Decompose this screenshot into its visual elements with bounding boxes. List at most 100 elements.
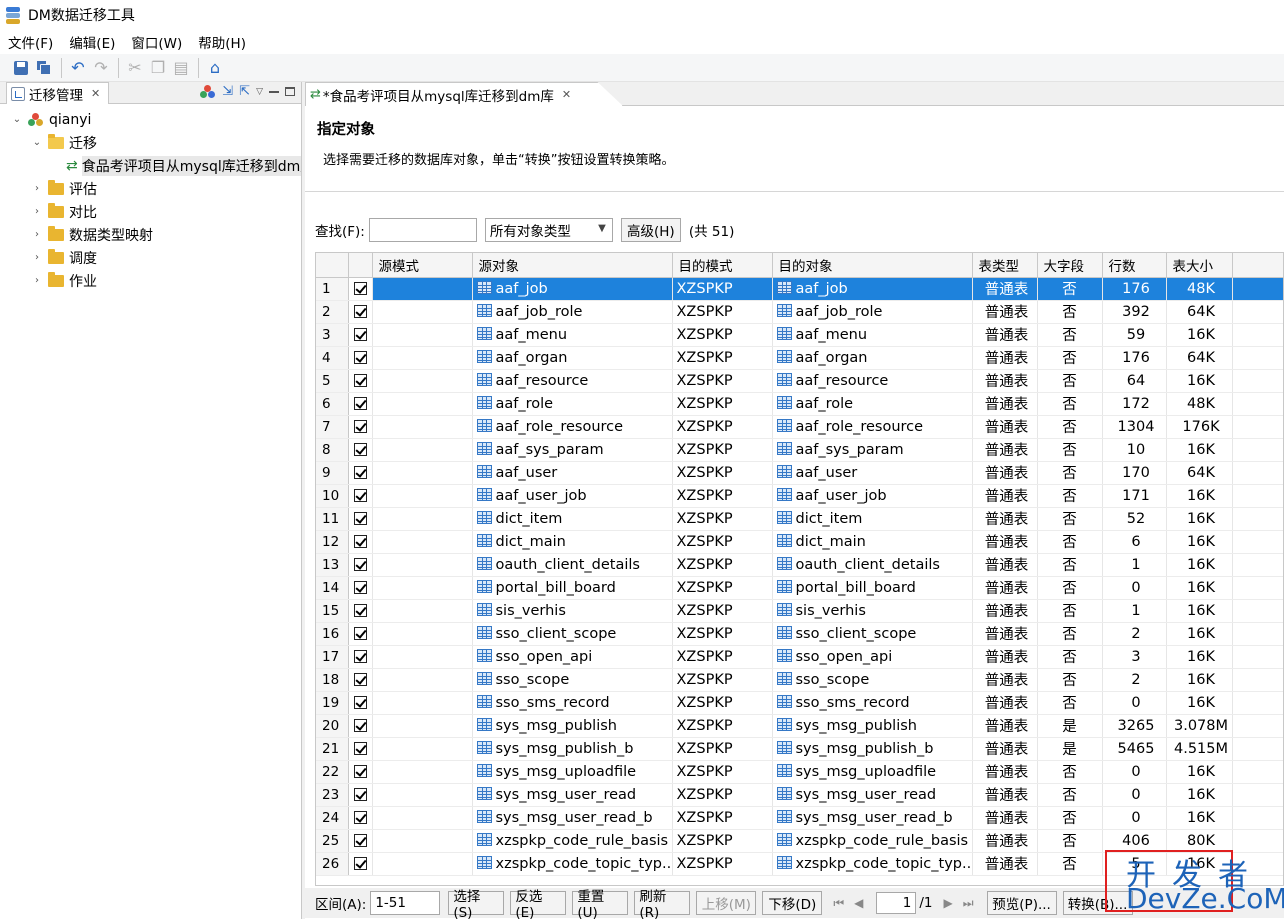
target-schema[interactable]: XZSPKP <box>672 300 773 324</box>
color-dots-icon[interactable] <box>200 84 216 99</box>
row-checkbox-cell[interactable] <box>348 714 373 738</box>
table-row[interactable]: 11 dict_item XZSPKP dict_item 普通表否 52 16K <box>316 507 1283 531</box>
target-object[interactable]: sys_msg_publish <box>772 714 973 738</box>
source-object[interactable]: sso_client_scope <box>472 622 673 646</box>
target-object[interactable]: xzspkp_code_topic_typ... <box>772 852 973 876</box>
maximize-icon[interactable] <box>285 87 295 96</box>
undo-button[interactable]: ↶ <box>67 57 89 79</box>
target-schema[interactable]: XZSPKP <box>672 461 773 485</box>
row-checkbox[interactable] <box>353 811 367 824</box>
source-object[interactable]: sys_msg_uploadfile <box>472 760 673 784</box>
source-schema[interactable] <box>372 369 473 393</box>
target-object[interactable]: xzspkp_code_rule_basis <box>772 829 973 853</box>
row-checkbox-cell[interactable] <box>348 691 373 715</box>
source-object[interactable]: xzspkp_code_rule_basis <box>472 829 673 853</box>
tree-folder-schedule[interactable]: › 调度 <box>0 246 301 269</box>
table-row[interactable]: 19 sso_sms_record XZSPKP sso_sms_record 普通表否… <box>316 691 1283 715</box>
row-checkbox[interactable] <box>353 857 367 870</box>
target-schema[interactable]: XZSPKP <box>672 507 773 531</box>
row-checkbox[interactable] <box>353 443 367 456</box>
source-schema[interactable] <box>372 714 473 738</box>
source-schema[interactable] <box>372 691 473 715</box>
menu-file[interactable]: 文件(F) <box>0 32 61 52</box>
home-button[interactable]: ⌂ <box>204 57 226 79</box>
table-row[interactable]: 10 aaf_user_job XZSPKP aaf_user_job 普通表否 171 1… <box>316 484 1283 508</box>
source-schema[interactable] <box>372 461 473 485</box>
row-checkbox[interactable] <box>353 765 367 778</box>
table-row[interactable]: 23 sys_msg_user_read XZSPKP sys_msg_user_re… <box>316 783 1283 807</box>
row-checkbox[interactable] <box>353 719 367 732</box>
row-checkbox[interactable] <box>353 328 367 341</box>
table-row[interactable]: 4 aaf_organ XZSPKP aaf_organ 普通表否 176 64K <box>316 346 1283 370</box>
source-schema[interactable] <box>372 806 473 830</box>
target-schema[interactable]: XZSPKP <box>672 737 773 761</box>
table-row[interactable]: 21 sys_msg_publish_b XZSPKP sys_msg_publish… <box>316 737 1283 761</box>
chevron-down-icon[interactable]: ⌄ <box>30 137 44 148</box>
target-schema[interactable]: XZSPKP <box>672 553 773 577</box>
target-object[interactable]: sso_open_api <box>772 645 973 669</box>
source-object[interactable]: aaf_role_resource <box>472 415 673 439</box>
select-button[interactable]: 选择(S) <box>448 889 505 919</box>
target-object[interactable]: aaf_menu <box>772 323 973 347</box>
table-row[interactable]: 7 aaf_role_resource XZSPKP aaf_role_resourc… <box>316 415 1283 439</box>
row-checkbox-cell[interactable] <box>348 369 373 393</box>
row-checkbox-cell[interactable] <box>348 553 373 577</box>
row-checkbox-cell[interactable] <box>348 783 373 807</box>
target-schema[interactable]: XZSPKP <box>672 852 773 876</box>
table-row[interactable]: 1 aaf_job XZSPKP aaf_job 普通表否 176 48K <box>316 277 1283 301</box>
last-page-icon[interactable]: ⏭ <box>963 896 974 911</box>
table-row[interactable]: 22 sys_msg_uploadfile XZSPKP sys_msg_upload… <box>316 760 1283 784</box>
close-icon[interactable]: ✕ <box>91 87 100 100</box>
source-schema[interactable] <box>372 392 473 416</box>
table-row[interactable]: 20 sys_msg_publish XZSPKP sys_msg_publish 普通… <box>316 714 1283 738</box>
source-object[interactable]: aaf_job_role <box>472 300 673 324</box>
source-object[interactable]: aaf_organ <box>472 346 673 370</box>
row-checkbox[interactable] <box>353 397 367 410</box>
row-checkbox-cell[interactable] <box>348 530 373 554</box>
source-object[interactable]: aaf_resource <box>472 369 673 393</box>
source-schema[interactable] <box>372 300 473 324</box>
row-checkbox-cell[interactable] <box>348 392 373 416</box>
source-schema[interactable] <box>372 438 473 462</box>
row-checkbox-cell[interactable] <box>348 346 373 370</box>
target-object[interactable]: sis_verhis <box>772 599 973 623</box>
table-row[interactable]: 2 aaf_job_role XZSPKP aaf_job_role 普通表否 392 64… <box>316 300 1283 324</box>
target-schema[interactable]: XZSPKP <box>672 599 773 623</box>
source-object[interactable]: sso_scope <box>472 668 673 692</box>
source-schema[interactable] <box>372 760 473 784</box>
tree-folder-compare[interactable]: › 对比 <box>0 200 301 223</box>
prev-page-icon[interactable]: ◀ <box>854 896 863 910</box>
first-page-icon[interactable]: ⏮ <box>833 896 844 911</box>
row-checkbox[interactable] <box>353 535 367 548</box>
tab-migration-management[interactable]: 迁移管理 ✕ <box>6 82 110 104</box>
row-checkbox[interactable] <box>353 305 367 318</box>
row-checkbox-cell[interactable] <box>348 576 373 600</box>
target-schema[interactable]: XZSPKP <box>672 829 773 853</box>
target-object[interactable]: dict_main <box>772 530 973 554</box>
source-schema[interactable] <box>372 484 473 508</box>
table-row[interactable]: 5 aaf_resource XZSPKP aaf_resource 普通表否 64 16K <box>316 369 1283 393</box>
source-schema[interactable] <box>372 415 473 439</box>
source-schema[interactable] <box>372 530 473 554</box>
source-object[interactable]: aaf_sys_param <box>472 438 673 462</box>
row-checkbox-cell[interactable] <box>348 852 373 876</box>
row-checkbox-cell[interactable] <box>348 415 373 439</box>
table-row[interactable]: 9 aaf_user XZSPKP aaf_user 普通表否 170 64K <box>316 461 1283 485</box>
col-header-source-object[interactable]: 源对象 <box>472 253 673 278</box>
save-button[interactable] <box>10 57 32 79</box>
target-object[interactable]: aaf_job <box>772 277 973 301</box>
table-row[interactable]: 12 dict_main XZSPKP dict_main 普通表否 6 16K <box>316 530 1283 554</box>
target-schema[interactable]: XZSPKP <box>672 438 773 462</box>
target-schema[interactable]: XZSPKP <box>672 369 773 393</box>
row-checkbox[interactable] <box>353 489 367 502</box>
chevron-right-icon[interactable]: › <box>30 183 44 194</box>
tree-folder-migration[interactable]: ⌄ 迁移 <box>0 131 301 154</box>
target-object[interactable]: aaf_job_role <box>772 300 973 324</box>
source-object[interactable]: oauth_client_details <box>472 553 673 577</box>
advanced-button[interactable]: 高级(H) <box>620 218 681 242</box>
minimize-icon[interactable] <box>269 90 279 93</box>
row-checkbox-cell[interactable] <box>348 737 373 761</box>
target-object[interactable]: sys_msg_user_read <box>772 783 973 807</box>
row-checkbox[interactable] <box>353 696 367 709</box>
target-schema[interactable]: XZSPKP <box>672 392 773 416</box>
